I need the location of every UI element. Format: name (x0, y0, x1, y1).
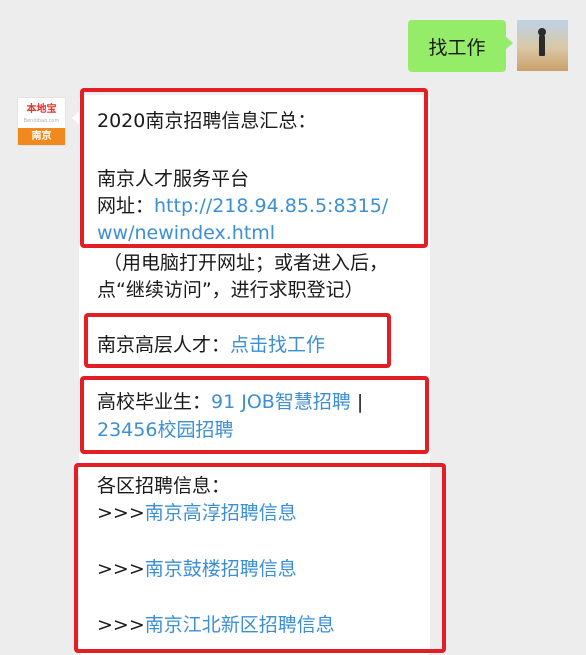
bot-avatar[interactable]: 本地宝 Bendibao.com 南京 (17, 97, 66, 146)
note-line-2: 点“继续访问”，进行求职登记） (97, 279, 364, 301)
highlight-box-districts (74, 463, 446, 653)
avatar-figure-body (539, 34, 545, 56)
bot-logo-subtext: Bendibao.com (23, 118, 60, 124)
highlight-box-graduates (80, 376, 429, 454)
bot-logo-city: 南京 (18, 128, 65, 145)
user-message-bubble[interactable]: 找工作 (408, 20, 513, 72)
highlight-box-senior-talent (84, 313, 391, 368)
highlight-box-platform (80, 88, 428, 248)
user-message-text: 找工作 (428, 36, 486, 59)
note-line-1: （用电脑打开网址；或者进入后， (103, 252, 389, 274)
user-avatar[interactable] (517, 20, 568, 71)
